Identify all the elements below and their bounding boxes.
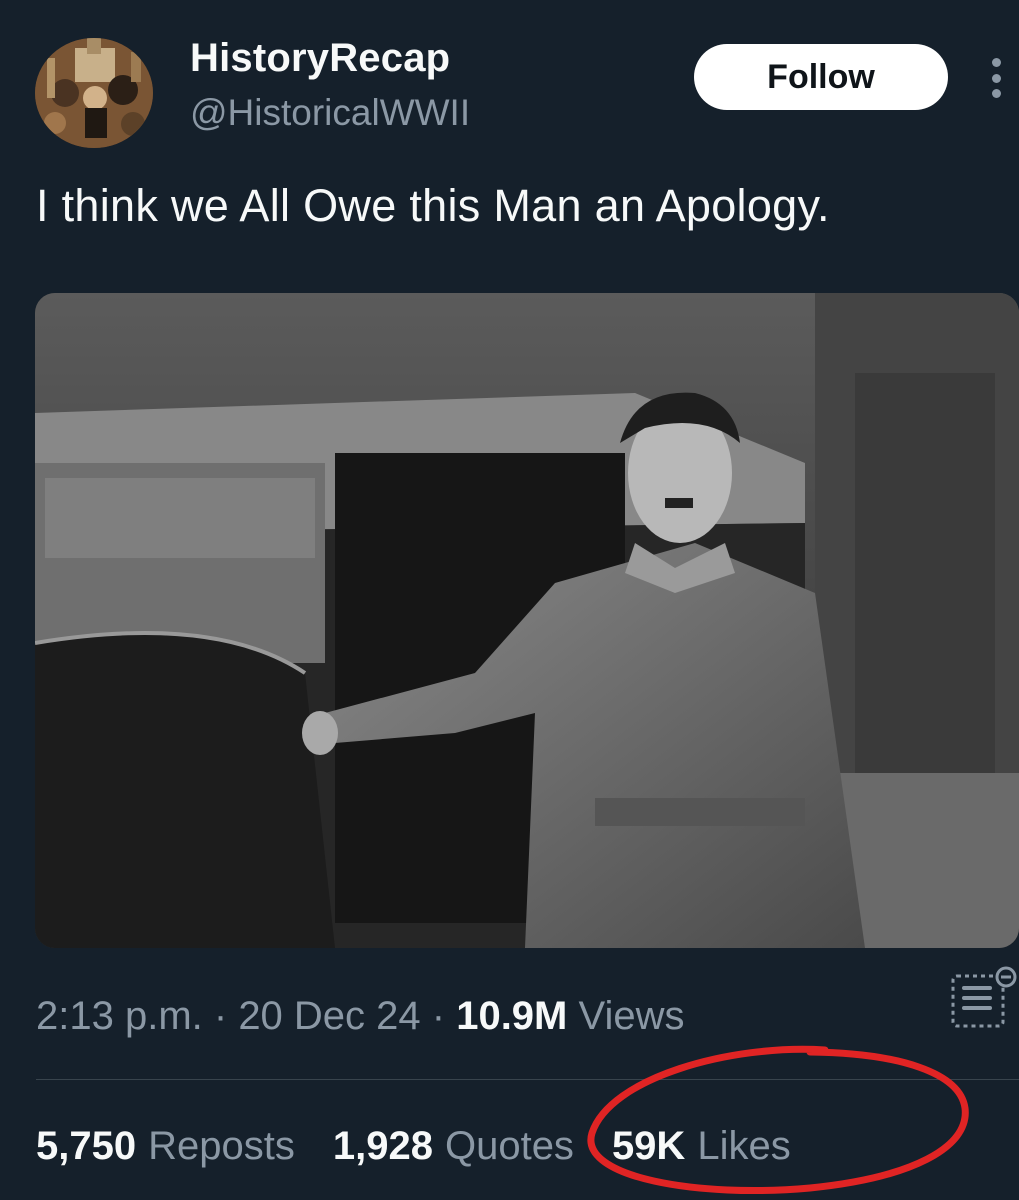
engagement-stats: 5,750 Reposts 1,928 Quotes 59K Likes — [36, 1124, 791, 1169]
tweet-text: I think we All Owe this Man an Apology. — [36, 180, 830, 231]
tweet-time[interactable]: 2:13 p.m. — [36, 994, 203, 1038]
quotes-stat[interactable]: 1,928 Quotes — [333, 1124, 574, 1169]
history-collage-avatar-icon — [35, 38, 153, 148]
quotes-count: 1,928 — [332, 1124, 433, 1168]
separator: · — [420, 994, 457, 1038]
avatar[interactable] — [35, 38, 153, 148]
quotes-label: Quotes — [444, 1124, 574, 1168]
follow-button[interactable]: Follow — [694, 44, 948, 110]
views-count: 10.9M — [456, 994, 568, 1038]
separator: · — [202, 994, 239, 1038]
tweet-date[interactable]: 20 Dec 24 — [238, 994, 420, 1038]
user-handle[interactable]: @HistoricalWWII — [190, 92, 470, 134]
reposts-stat[interactable]: 5,750 Reposts — [36, 1124, 295, 1169]
display-name[interactable]: HistoryRecap — [190, 36, 450, 81]
likes-label: Likes — [697, 1124, 791, 1168]
red-annotation-circle — [587, 1045, 969, 1195]
analytics-icon[interactable] — [950, 966, 1018, 1032]
tweet-metadata: 2:13 p.m. · 20 Dec 24 · 10.9M Views — [36, 994, 684, 1039]
more-options-icon[interactable] — [984, 58, 1008, 98]
historical-photo-icon — [35, 293, 1019, 948]
reposts-label: Reposts — [148, 1124, 295, 1168]
tweet-media-image[interactable] — [35, 293, 1019, 948]
divider — [36, 1079, 1019, 1080]
reposts-count: 5,750 — [36, 1124, 137, 1168]
likes-count: 59K — [611, 1124, 686, 1168]
likes-stat[interactable]: 59K Likes — [612, 1124, 791, 1169]
views-label: Views — [567, 994, 685, 1038]
